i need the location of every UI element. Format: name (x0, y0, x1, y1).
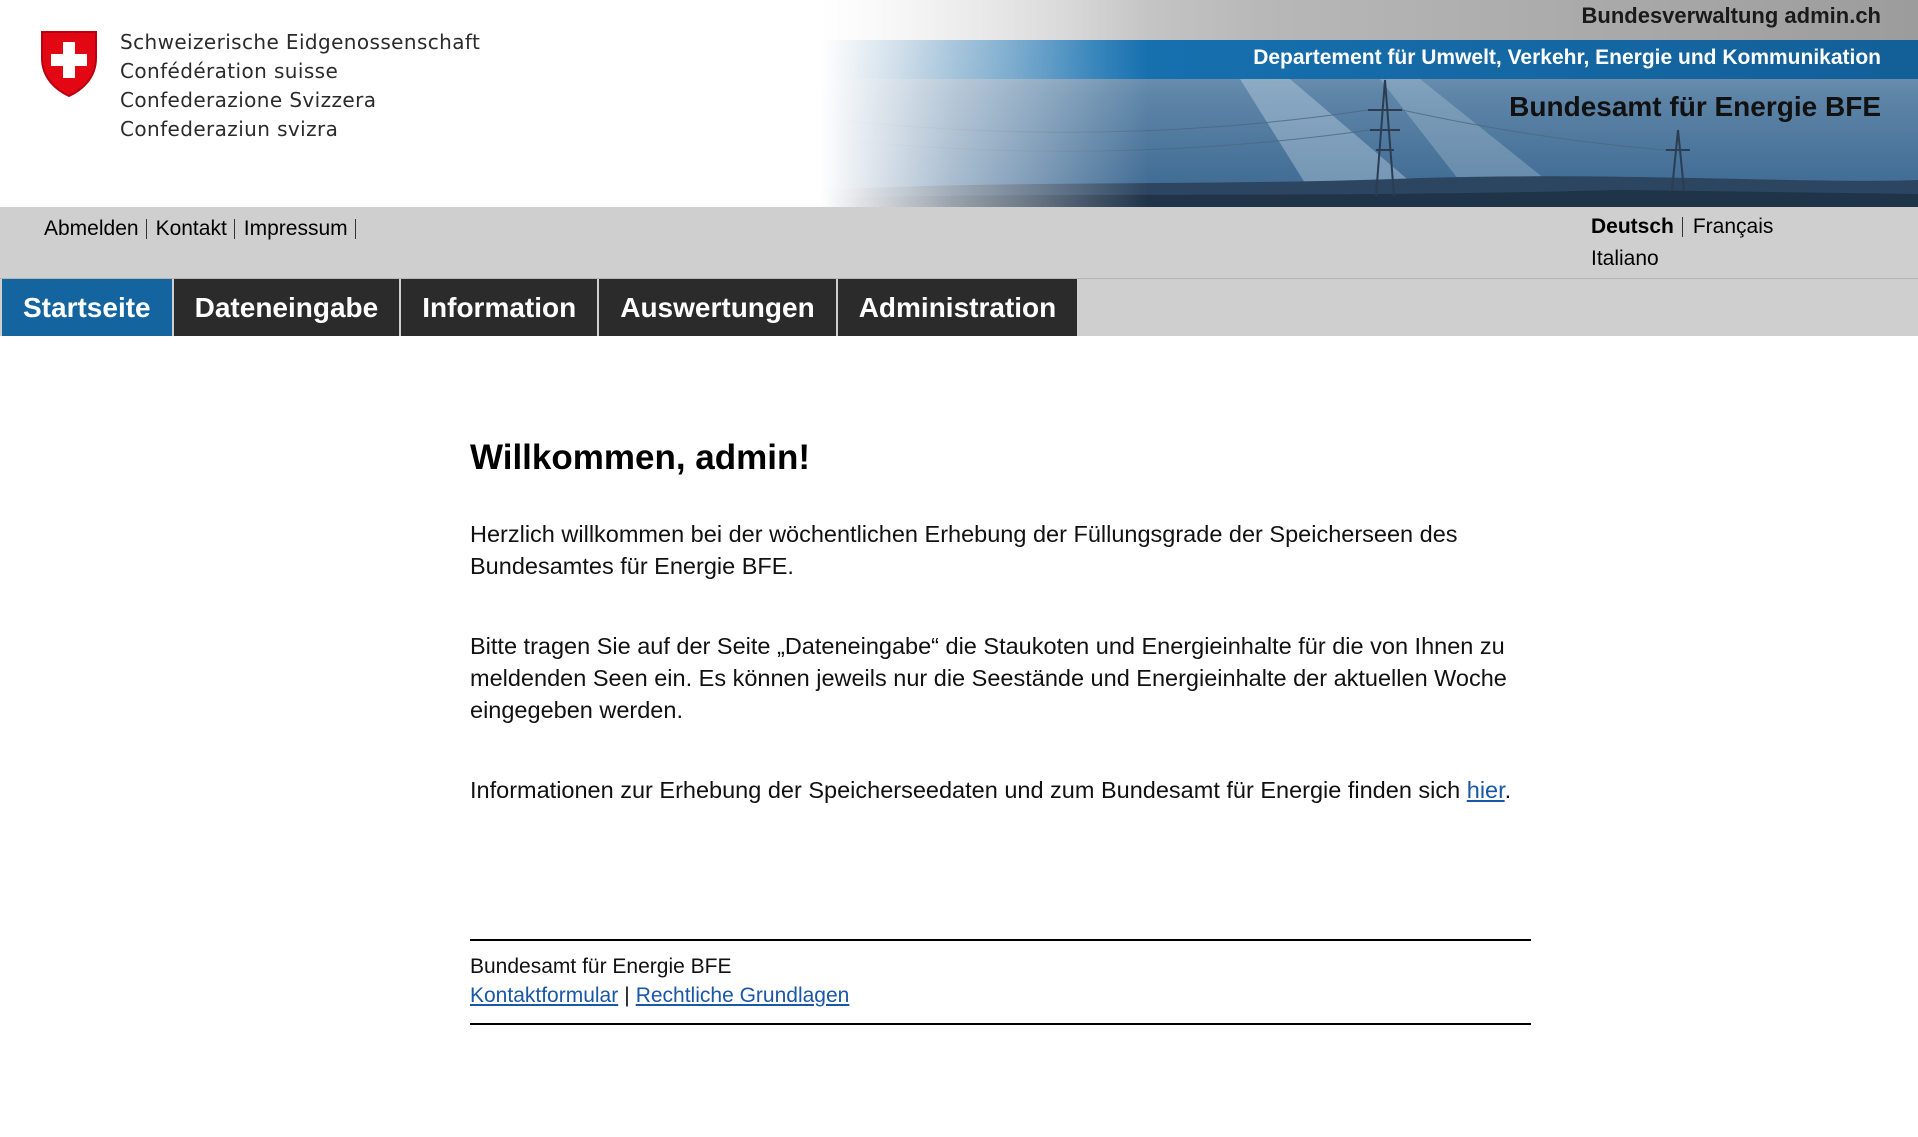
divider (233, 219, 235, 239)
confederation-name-fr: Confédération suisse (120, 59, 339, 83)
contact-form-link[interactable]: Kontaktformular (470, 981, 618, 1011)
page-header: Schweizerische Eidgenossenschaft Confédé… (0, 0, 1918, 207)
logout-link[interactable]: Abmelden (44, 217, 139, 241)
language-german[interactable]: Deutsch (1591, 211, 1674, 243)
tab-auswertungen[interactable]: Auswertungen (599, 279, 836, 336)
footer-separator: | (624, 984, 630, 1007)
main-navigation: Startseite Dateneingabe Information Ausw… (0, 278, 1918, 336)
page-title: Willkommen, admin! (470, 438, 811, 477)
hier-link[interactable]: hier (1467, 777, 1505, 803)
main-content: Willkommen, admin! Herzlich willkommen b… (470, 436, 1530, 854)
meta-links: Abmelden Kontakt Impressum (44, 217, 365, 241)
info-paragraph: Informationen zur Erhebung der Speichers… (470, 774, 1530, 806)
footer-organization: Bundesamt für Energie BFE (470, 955, 732, 978)
page-footer: Bundesamt für Energie BFE Kontaktformula… (470, 939, 1531, 1025)
divider (354, 219, 356, 239)
tab-information[interactable]: Information (401, 279, 598, 336)
divider (1681, 217, 1683, 237)
language-french[interactable]: Français (1693, 211, 1774, 243)
contact-link[interactable]: Kontakt (156, 217, 227, 241)
confederation-logo[interactable]: Schweizerische Eidgenossenschaft Confédé… (38, 28, 480, 141)
tab-startseite[interactable]: Startseite (2, 279, 172, 336)
legal-basis-link[interactable]: Rechtliche Grundlagen (636, 981, 850, 1011)
tab-administration[interactable]: Administration (837, 279, 1078, 336)
confederation-names: Schweizerische Eidgenossenschaft Confédé… (120, 28, 480, 144)
header-banner: Bundesverwaltung admin.ch Departement fü… (820, 0, 1918, 207)
language-switcher: Deutsch Français Italiano (1591, 211, 1773, 275)
department-name[interactable]: Departement für Umwelt, Verkehr, Energie… (1253, 46, 1881, 70)
admin-ch-link[interactable]: Bundesverwaltung admin.ch (1582, 3, 1882, 29)
confederation-name-rm: Confederaziun svizra (120, 117, 339, 141)
divider (145, 219, 147, 239)
confederation-name-de: Schweizerische Eidgenossenschaft (120, 30, 481, 54)
footer-links: Kontaktformular | Rechtliche Grundlagen (470, 981, 1531, 1011)
info-paragraph-end: . (1504, 777, 1512, 803)
impressum-link[interactable]: Impressum (244, 217, 348, 241)
intro-paragraph: Herzlich willkommen bei der wöchentliche… (470, 521, 1458, 579)
info-paragraph-text: Informationen zur Erhebung der Speichers… (470, 777, 1461, 803)
instructions-paragraph: Bitte tragen Sie auf der Seite „Datenein… (470, 633, 1507, 723)
confederation-name-it: Confederazione Svizzera (120, 88, 377, 112)
meta-navigation-bar: Abmelden Kontakt Impressum Deutsch Franç… (0, 207, 1918, 278)
tab-dateneingabe[interactable]: Dateneingabe (173, 279, 400, 336)
office-name[interactable]: Bundesamt für Energie BFE (1509, 91, 1881, 123)
language-italian[interactable]: Italiano (1591, 243, 1659, 275)
swiss-cross-shield-icon (41, 31, 97, 98)
